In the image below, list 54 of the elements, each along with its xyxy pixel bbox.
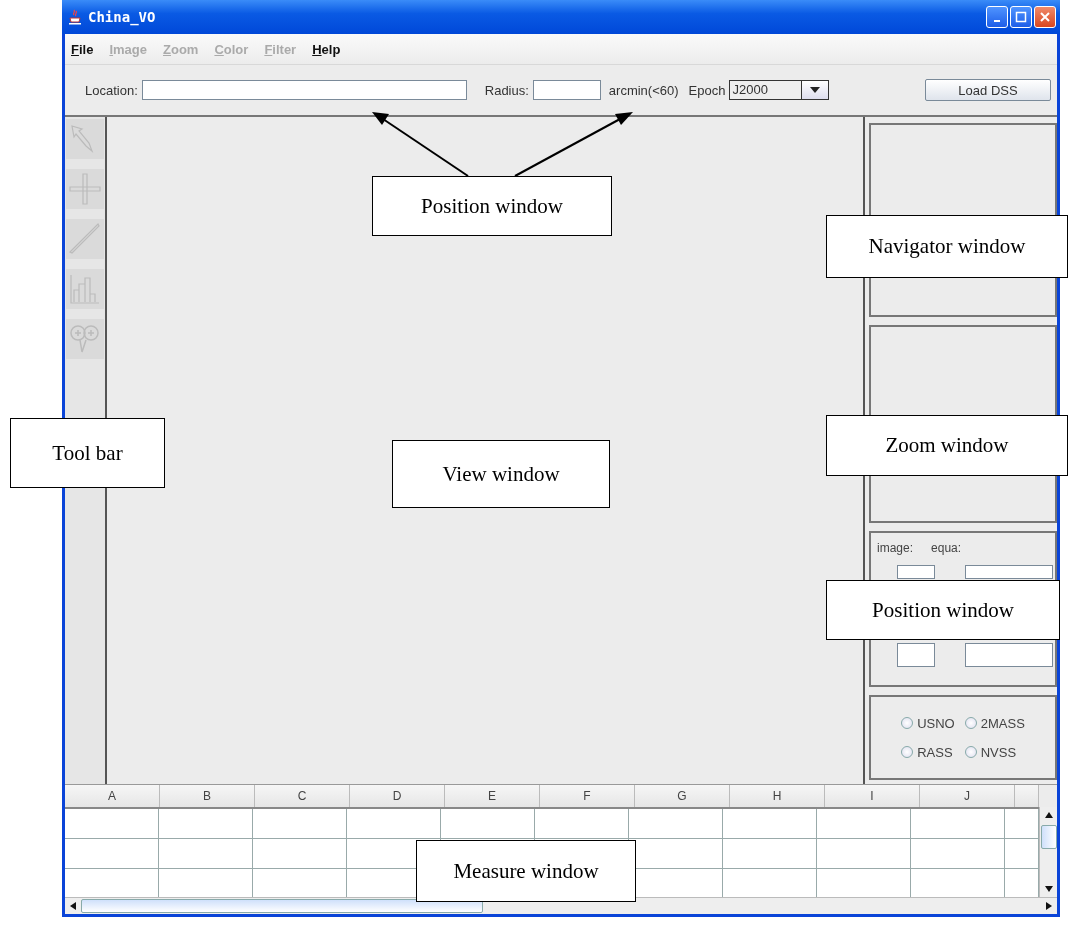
up-arrow-icon xyxy=(1043,811,1054,819)
close-button[interactable] xyxy=(1034,6,1056,28)
left-arrow-icon xyxy=(69,901,77,911)
callout-label: Position window xyxy=(826,580,1060,640)
callout-label: Position window xyxy=(372,176,612,236)
epoch-label: Epoch xyxy=(688,82,726,98)
cup-icon xyxy=(68,9,82,25)
column-header[interactable]: C xyxy=(255,785,350,807)
location-field[interactable] xyxy=(141,80,467,100)
callout-label: Navigator window xyxy=(826,215,1068,278)
scroll-thumb[interactable] xyxy=(81,899,483,913)
callout-label: View window xyxy=(392,440,610,508)
column-header[interactable]: F xyxy=(540,785,635,807)
dec-field[interactable] xyxy=(965,643,1053,667)
catalog-radio[interactable]: USNO xyxy=(901,715,955,731)
radius-label: Radius: xyxy=(484,82,529,98)
maximize-icon xyxy=(1015,11,1027,23)
radius-unit: arcmin(<60) xyxy=(608,82,679,98)
catalog-radio[interactable]: 2MASS xyxy=(964,715,1025,731)
image-label: image: xyxy=(877,541,914,555)
equa-label: equa: xyxy=(931,541,962,555)
right-arrow-icon xyxy=(1045,901,1053,911)
load-dss-button[interactable]: Load DSS xyxy=(925,79,1051,101)
callout-label: Measure window xyxy=(416,840,636,902)
radius-field[interactable] xyxy=(532,80,601,100)
maximize-button[interactable] xyxy=(1010,6,1032,28)
column-header[interactable]: B xyxy=(160,785,255,807)
column-header[interactable]: H xyxy=(730,785,825,807)
column-header[interactable]: A xyxy=(65,785,160,807)
ra-field[interactable] xyxy=(965,565,1053,579)
menu-item[interactable]: File xyxy=(71,41,94,57)
minimize-icon xyxy=(994,20,1000,22)
location-label: Location: xyxy=(85,82,138,98)
callout-label: Tool bar xyxy=(10,418,165,488)
column-header[interactable]: I xyxy=(825,785,920,807)
window-title: China_VO xyxy=(88,9,156,25)
caret-icon xyxy=(810,87,821,93)
y-field[interactable] xyxy=(897,643,935,667)
catalog-radio[interactable]: RASS xyxy=(901,744,955,760)
scroll-thumb[interactable] xyxy=(1040,825,1057,849)
menu-item[interactable]: Help xyxy=(312,41,341,57)
column-header[interactable]: G xyxy=(635,785,730,807)
column-header[interactable]: J xyxy=(920,785,1015,807)
vertical-scrollbar[interactable] xyxy=(1039,807,1057,897)
close-icon xyxy=(1039,11,1051,23)
horizontal-scrollbar[interactable] xyxy=(65,897,1057,914)
column-header[interactable]: E xyxy=(445,785,540,807)
minimize-button[interactable] xyxy=(986,6,1008,28)
epoch-dropdown[interactable]: J2000 xyxy=(729,80,830,100)
catalog-radio[interactable]: NVSS xyxy=(964,744,1025,760)
down-arrow-icon xyxy=(1043,885,1054,893)
column-header[interactable]: D xyxy=(350,785,445,807)
callout-label: Zoom window xyxy=(826,415,1068,476)
x-field[interactable] xyxy=(897,565,935,579)
